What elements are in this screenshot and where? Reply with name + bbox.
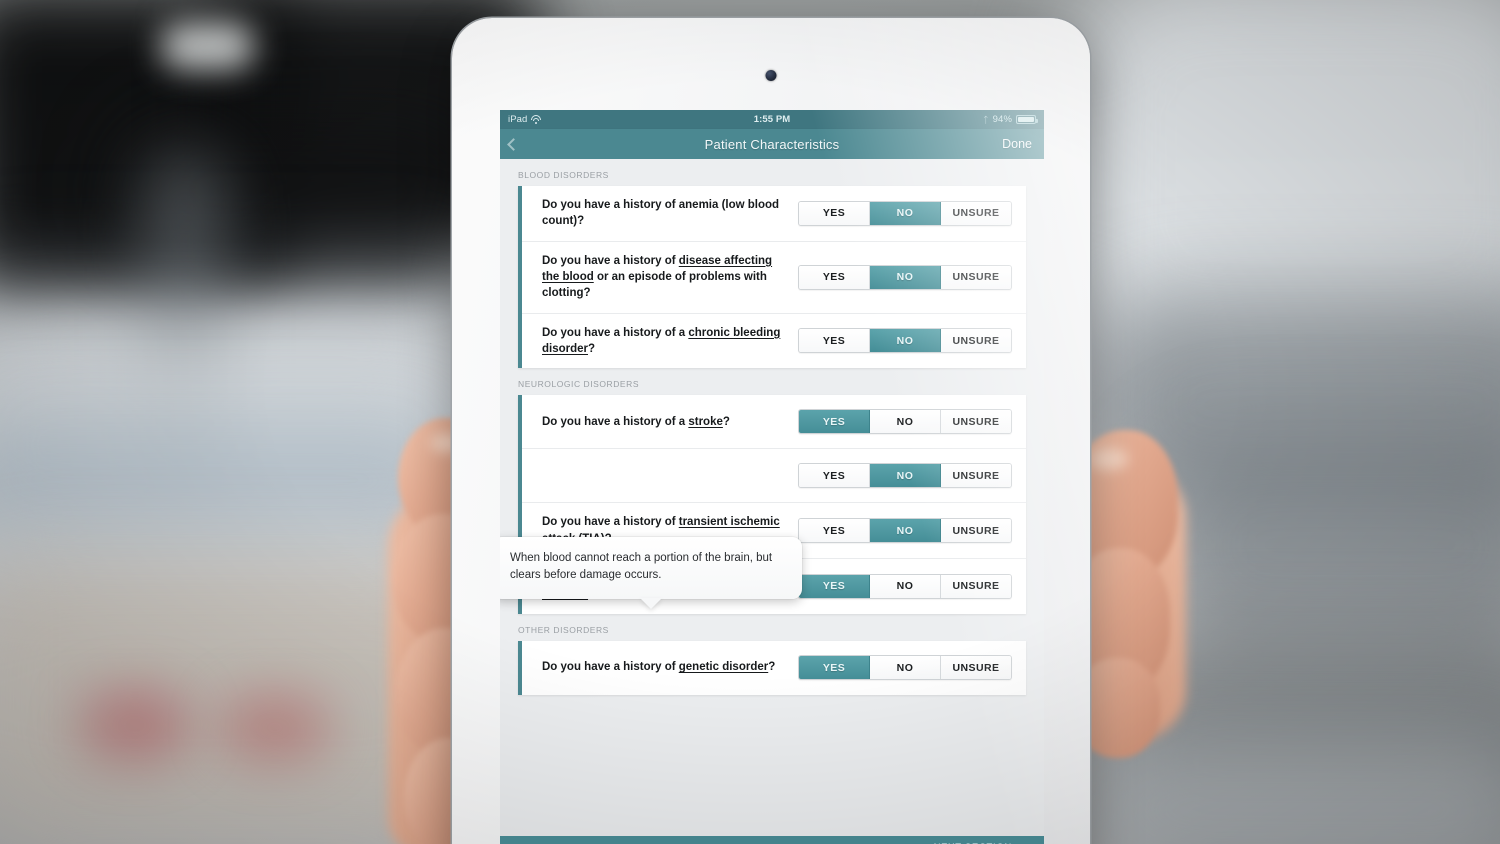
segment-option-no[interactable]: NO <box>870 410 941 434</box>
segment-option-yes[interactable]: YES <box>799 519 870 543</box>
status-bar-time: 1:55 PM <box>753 114 791 125</box>
question-text-part: Do you have a history of <box>542 254 679 267</box>
navigation-bar: Patient Characteristics Done <box>500 129 1044 159</box>
question-row: Do you have a history of a stroke? YES NO U… <box>522 395 1026 450</box>
segment-option-yes[interactable]: YES <box>799 464 870 488</box>
question-row: Do you have a history of disease affecti… <box>522 242 1026 314</box>
question-row: YES NO UNSURE <box>522 449 1026 504</box>
segment-option-no[interactable]: NO <box>870 464 941 488</box>
background-red-shape <box>220 695 330 760</box>
page-title: Patient Characteristics <box>704 136 840 152</box>
question-text: Do you have a history of anemia (low blo… <box>542 197 798 230</box>
front-camera-icon <box>765 70 777 81</box>
background-light-shape <box>1080 740 1500 844</box>
answer-segmented-control[interactable]: YES NO UNSURE <box>798 518 1012 544</box>
segment-option-unsure[interactable]: UNSURE <box>941 519 1011 543</box>
segment-option-no[interactable]: NO <box>870 574 941 598</box>
definition-tooltip: When blood cannot reach a portion of the… <box>500 537 802 609</box>
question-text-part: Do you have a history of <box>542 516 679 529</box>
answer-segmented-control[interactable]: YES NO UNSURE <box>798 264 1012 290</box>
segment-option-no[interactable]: NO <box>870 201 941 225</box>
nail-highlight <box>1088 448 1128 470</box>
ipad-device: iPad 1:55 PM ᛏ 94% Patient Characteristi… <box>452 18 1090 844</box>
segment-option-yes[interactable]: YES <box>799 329 870 353</box>
segment-option-unsure[interactable]: UNSURE <box>941 410 1011 434</box>
answer-segmented-control[interactable]: YES NO UNSURE <box>798 328 1012 354</box>
question-text-part: ? <box>768 661 776 674</box>
segment-option-yes[interactable]: YES <box>799 574 870 598</box>
segment-option-unsure[interactable]: UNSURE <box>941 656 1011 680</box>
status-bar-left: iPad <box>508 114 542 125</box>
tooltip-arrow-icon <box>640 597 662 609</box>
glossary-term-link[interactable]: genetic disorder <box>679 661 768 673</box>
question-row: Do you have a history of anemia (low blo… <box>522 186 1026 242</box>
answer-segmented-control[interactable]: YES NO UNSURE <box>798 409 1012 435</box>
form-scroll-area[interactable]: BLOOD DISORDERS Do you have a history of … <box>500 159 1044 844</box>
right-hand <box>1066 430 1212 758</box>
tooltip-text: When blood cannot reach a portion of the… <box>510 552 773 582</box>
answer-segmented-control[interactable]: YES NO UNSURE <box>798 573 1012 599</box>
background-light-shape <box>160 22 255 70</box>
segment-option-unsure[interactable]: UNSURE <box>941 329 1011 353</box>
section-header: OTHER DISORDERS <box>518 624 609 635</box>
status-bar-right: ᛏ 94% <box>983 114 1038 125</box>
segment-option-no[interactable]: NO <box>870 519 941 543</box>
question-row: Do you have a history of genetic disorde… <box>522 641 1026 695</box>
segment-option-no[interactable]: NO <box>870 265 941 289</box>
question-text-part: Do you have a history of <box>542 661 679 674</box>
segment-option-unsure[interactable]: UNSURE <box>941 265 1011 289</box>
question-text: Do you have a history of a stroke? <box>542 414 798 430</box>
background-red-shape <box>80 690 190 760</box>
question-text: Do you have a history of disease affecti… <box>542 253 798 302</box>
segment-option-yes[interactable]: YES <box>799 410 870 434</box>
question-text-part: Do you have a history of anemia (low blo… <box>542 199 780 228</box>
section-header: NEUROLOGIC DISORDERS <box>518 379 640 390</box>
segment-option-yes[interactable]: YES <box>799 656 870 680</box>
next-section-bar[interactable]: NEXT SECTION Recent Signs/Symptoms <box>500 836 1044 844</box>
answer-segmented-control[interactable]: YES NO UNSURE <box>798 655 1012 681</box>
status-bar: iPad 1:55 PM ᛏ 94% <box>500 110 1044 129</box>
section-card: Do you have a history of anemia (low blo… <box>518 186 1026 369</box>
ipad-screen: iPad 1:55 PM ᛏ 94% Patient Characteristi… <box>500 110 1044 844</box>
done-button[interactable]: Done <box>1002 137 1032 151</box>
question-text-part: ? <box>588 342 596 355</box>
segment-option-unsure[interactable]: UNSURE <box>941 201 1011 225</box>
question-text: Do you have a history of a chronic bleed… <box>542 325 798 358</box>
question-text: Do you have a history of genetic disorde… <box>542 659 798 675</box>
question-text-part: Do you have a history of a <box>542 326 689 339</box>
battery-percent-label: 94% <box>992 114 1012 125</box>
question-text-part: ? <box>722 415 730 428</box>
answer-segmented-control[interactable]: YES NO UNSURE <box>798 200 1012 226</box>
chevron-left-icon[interactable] <box>504 137 518 151</box>
bluetooth-icon: ᛏ <box>983 114 989 125</box>
battery-icon <box>1016 115 1038 124</box>
segment-option-yes[interactable]: YES <box>799 265 870 289</box>
section-card: Do you have a history of genetic disorde… <box>518 640 1026 695</box>
segment-option-unsure[interactable]: UNSURE <box>941 464 1011 488</box>
segment-option-yes[interactable]: YES <box>799 201 870 225</box>
segment-option-no[interactable]: NO <box>870 656 941 680</box>
carrier-label: iPad <box>508 114 528 125</box>
wifi-icon <box>531 115 542 124</box>
glossary-term-link[interactable]: stroke <box>688 416 723 428</box>
question-row: Do you have a history of a chronic bleed… <box>522 314 1026 369</box>
answer-segmented-control[interactable]: YES NO UNSURE <box>798 463 1012 489</box>
sections-container: BLOOD DISORDERS Do you have a history of … <box>500 159 1044 695</box>
segment-option-no[interactable]: NO <box>870 329 941 353</box>
section-header: BLOOD DISORDERS <box>518 170 609 180</box>
question-text-part: Do you have a history of a <box>542 415 689 428</box>
segment-option-unsure[interactable]: UNSURE <box>941 574 1011 598</box>
